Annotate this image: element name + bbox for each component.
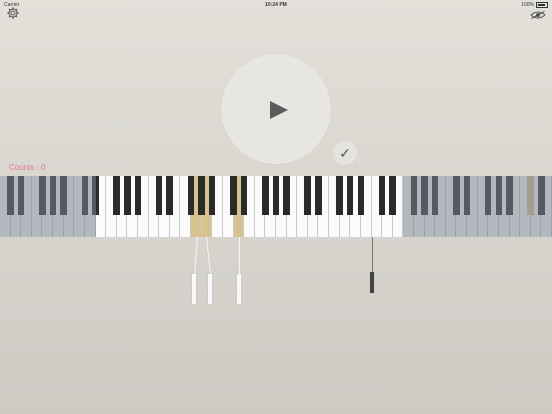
note-guide-line bbox=[372, 237, 373, 272]
black-key[interactable] bbox=[208, 176, 216, 215]
black-key[interactable] bbox=[378, 176, 386, 215]
play-icon[interactable] bbox=[270, 101, 288, 119]
status-time: 10:24 PM bbox=[265, 2, 287, 8]
black-key[interactable] bbox=[155, 176, 163, 215]
note-guide-line bbox=[206, 236, 211, 274]
black-key[interactable] bbox=[357, 176, 365, 215]
note-guide-line bbox=[194, 237, 198, 275]
black-key[interactable] bbox=[272, 176, 280, 215]
piano-keyboard[interactable] bbox=[0, 176, 552, 237]
black-key[interactable] bbox=[261, 176, 269, 215]
battery-icon bbox=[536, 2, 548, 8]
black-key[interactable] bbox=[166, 176, 174, 215]
battery-percent: 100% bbox=[521, 2, 534, 8]
note-bar bbox=[370, 272, 374, 293]
black-key[interactable] bbox=[336, 176, 343, 215]
battery-indicator: 100% bbox=[521, 2, 548, 8]
black-key[interactable] bbox=[134, 176, 142, 215]
black-key[interactable] bbox=[315, 176, 322, 215]
check-icon: ✓ bbox=[339, 144, 351, 161]
note-bar bbox=[237, 274, 241, 304]
note-guide-line bbox=[239, 237, 240, 274]
status-bar: Carrier 10:24 PM 100% bbox=[0, 0, 552, 10]
black-key[interactable] bbox=[389, 176, 396, 215]
note-bar bbox=[192, 274, 196, 304]
black-key[interactable] bbox=[198, 176, 205, 215]
black-key[interactable] bbox=[283, 176, 290, 215]
black-key[interactable] bbox=[113, 176, 120, 215]
black-key[interactable] bbox=[346, 176, 354, 215]
inactive-range-right bbox=[403, 176, 552, 237]
black-key[interactable] bbox=[187, 176, 195, 215]
note-bar bbox=[208, 274, 212, 304]
black-key[interactable] bbox=[123, 176, 131, 215]
inactive-range-left bbox=[0, 176, 96, 237]
black-key[interactable] bbox=[230, 176, 237, 215]
black-key[interactable] bbox=[304, 176, 312, 215]
eye-icon[interactable] bbox=[530, 10, 546, 20]
black-key[interactable] bbox=[240, 176, 248, 215]
check-button[interactable]: ✓ bbox=[333, 141, 357, 165]
counts-label: Counts : 0 bbox=[9, 163, 46, 172]
gear-icon[interactable] bbox=[7, 7, 19, 19]
